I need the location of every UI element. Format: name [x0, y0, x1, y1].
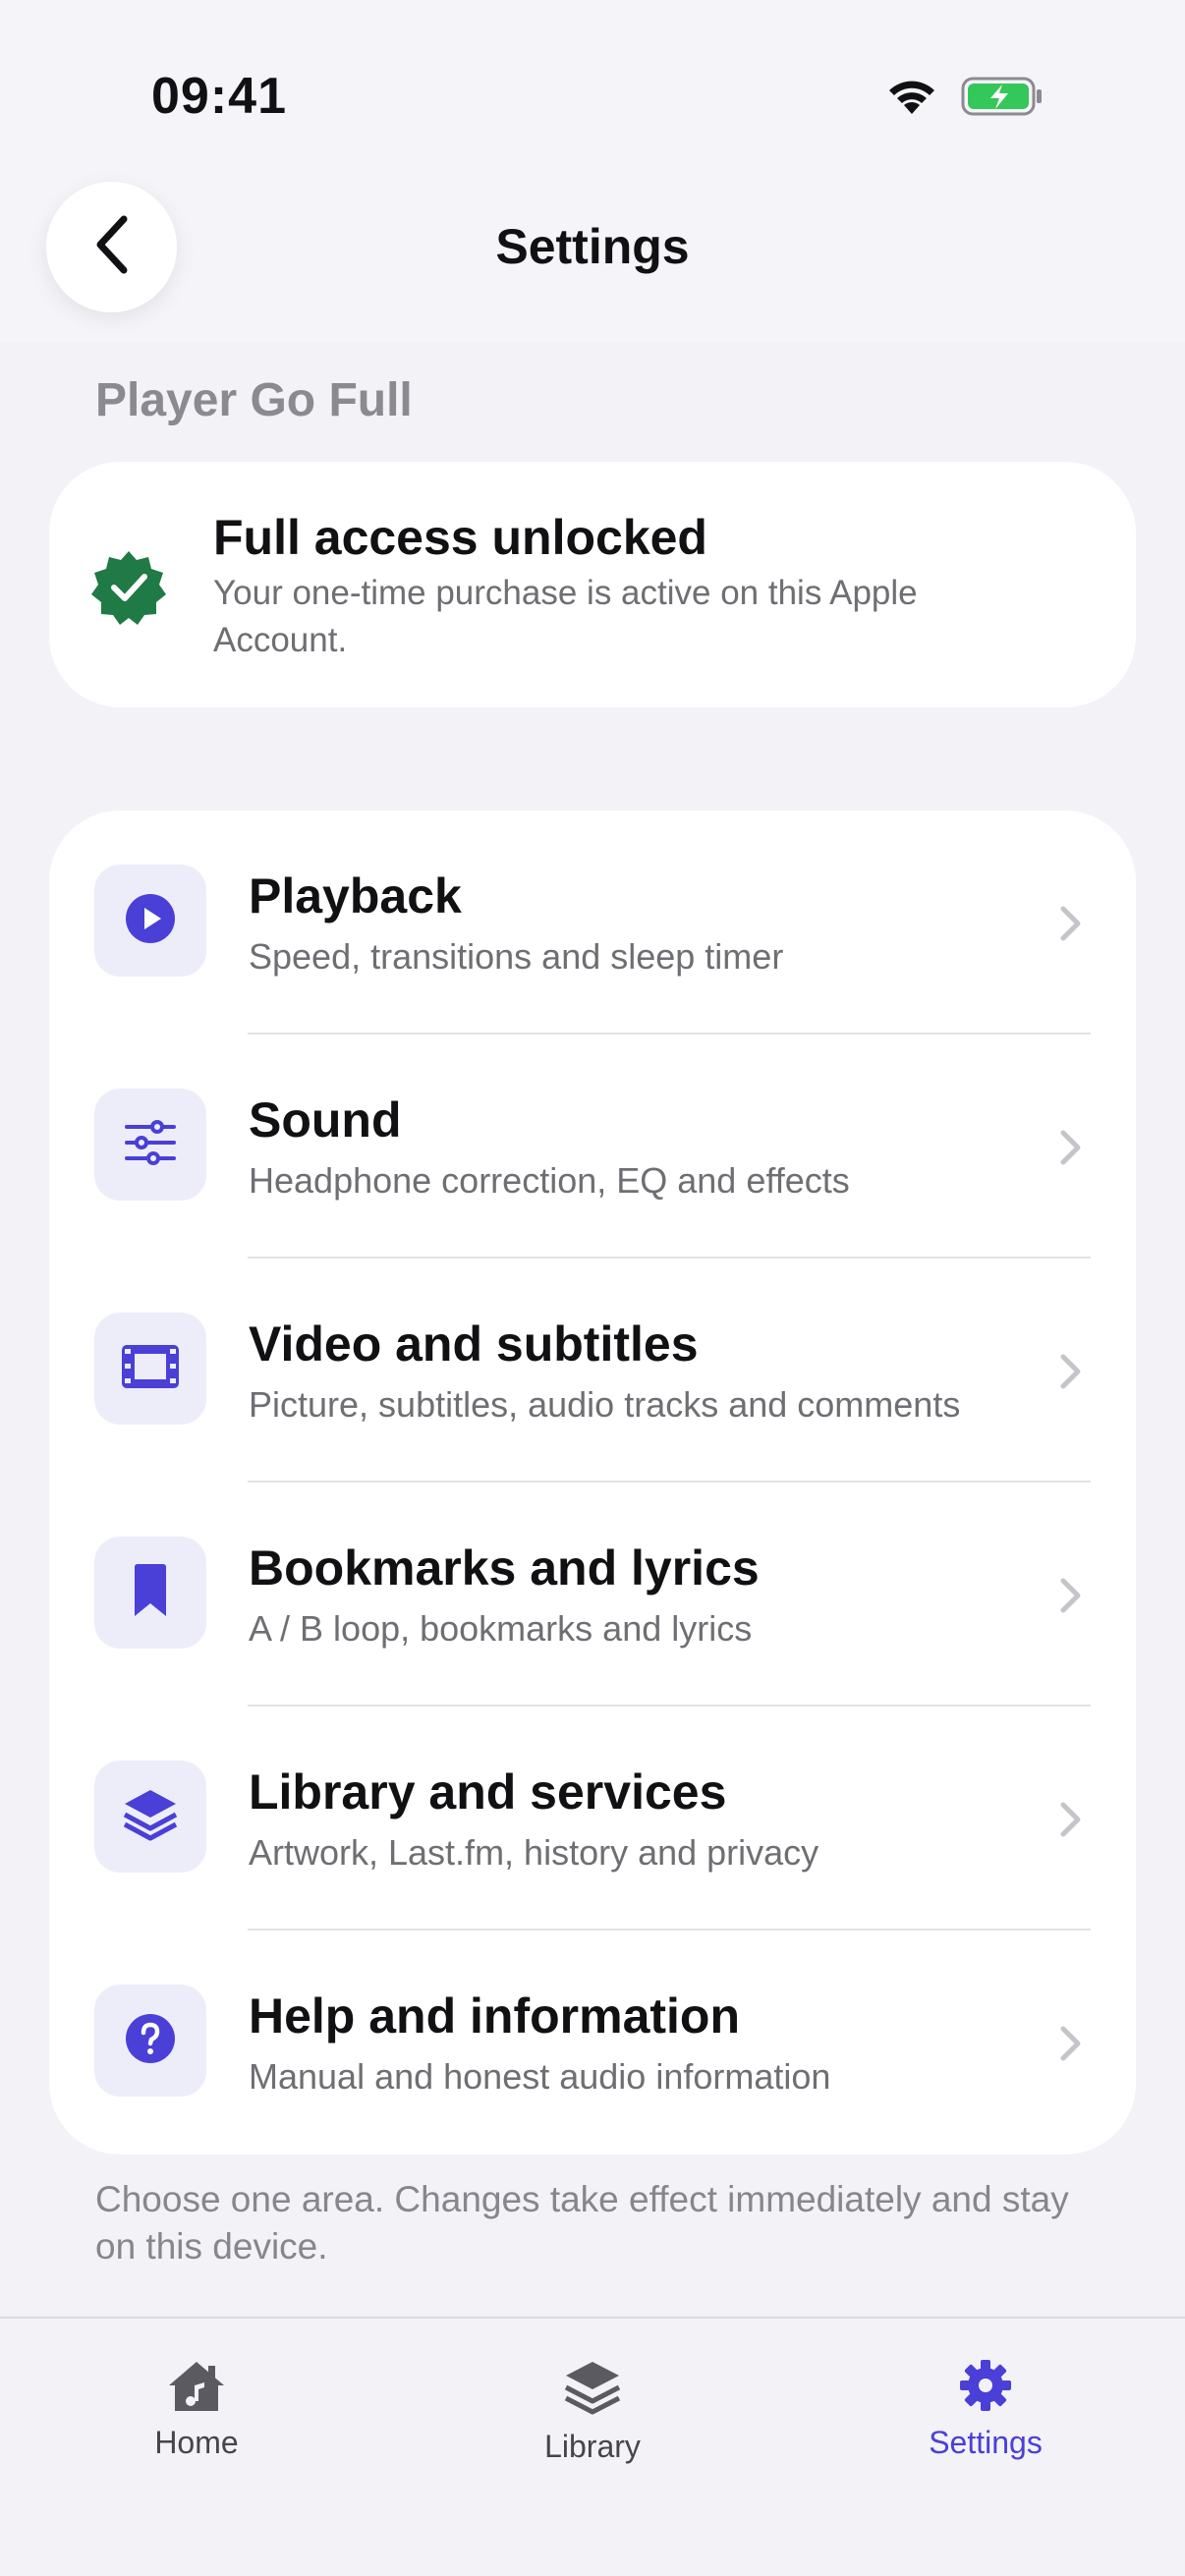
menu-icon-tile [94, 1089, 206, 1201]
chevron-right-icon [1059, 1577, 1083, 1619]
chevron-right-icon [1059, 2025, 1083, 2067]
menu-item-subtitle: Speed, transitions and sleep timer [249, 936, 784, 977]
layers-icon [563, 2358, 622, 2422]
tab-label: Library [544, 2429, 641, 2464]
tab-bar: Home Library Settings [0, 2317, 1185, 2576]
tab-settings[interactable]: Settings [838, 2319, 1133, 2515]
menu-item-sound[interactable]: Sound Headphone correction, EQ and effec… [49, 1035, 1136, 1259]
film-icon [121, 1344, 180, 1394]
wifi-icon [884, 75, 939, 121]
menu-item-title: Library and services [249, 1764, 727, 1820]
chevron-right-icon [1059, 1801, 1083, 1843]
section-header: Player Go Full [95, 374, 413, 426]
menu-item-playback[interactable]: Playback Speed, transitions and sleep ti… [49, 811, 1136, 1035]
bookmark-icon [131, 1563, 170, 1623]
tab-label: Settings [929, 2425, 1043, 2460]
settings-menu: Playback Speed, transitions and sleep ti… [49, 811, 1136, 2155]
sliders-icon [124, 1119, 177, 1171]
menu-item-subtitle: Artwork, Last.fm, history and privacy [249, 1832, 819, 1873]
tab-home[interactable]: Home [49, 2319, 344, 2515]
menu-icon-tile [94, 865, 206, 977]
status-time: 09:41 [151, 68, 287, 125]
menu-icon-tile [94, 1313, 206, 1425]
menu-item-title: Sound [249, 1092, 402, 1148]
status-bar: 09:41 [0, 0, 1185, 177]
chevron-right-icon [1059, 1129, 1083, 1171]
menu-item-help-information[interactable]: Help and information Manual and honest a… [49, 1931, 1136, 2155]
menu-item-subtitle: A / B loop, bookmarks and lyrics [249, 1608, 753, 1649]
tab-label: Home [154, 2425, 239, 2460]
menu-item-title: Bookmarks and lyrics [249, 1540, 760, 1596]
menu-icon-tile [94, 1985, 206, 2097]
purchase-status-card: Full access unlocked Your one-time purch… [49, 462, 1136, 707]
menu-item-title: Video and subtitles [249, 1316, 699, 1372]
verified-badge-icon [90, 548, 167, 630]
battery-charging-icon [961, 77, 1044, 121]
question-icon [125, 2013, 176, 2069]
menu-item-subtitle: Manual and honest audio information [249, 2056, 831, 2097]
menu-item-subtitle: Headphone correction, EQ and effects [249, 1160, 850, 1201]
menu-item-bookmarks-lyrics[interactable]: Bookmarks and lyrics A / B loop, bookmar… [49, 1483, 1136, 1707]
menu-icon-tile [94, 1537, 206, 1649]
purchase-description: Your one-time purchase is active on this… [213, 574, 918, 659]
gear-icon [958, 2358, 1013, 2418]
purchase-title: Full access unlocked [213, 510, 707, 565]
menu-item-title: Playback [249, 868, 462, 924]
page-title: Settings [495, 219, 690, 274]
play-icon [125, 893, 176, 949]
menu-item-title: Help and information [249, 1988, 740, 2044]
menu-item-subtitle: Picture, subtitles, audio tracks and com… [249, 1384, 961, 1425]
layers-icon [122, 1787, 179, 1847]
footer-note: Choose one area. Changes take effect imm… [95, 2179, 1069, 2267]
chevron-right-icon [1059, 905, 1083, 947]
menu-icon-tile [94, 1761, 206, 1873]
menu-item-library-services[interactable]: Library and services Artwork, Last.fm, h… [49, 1707, 1136, 1931]
menu-item-video-subtitles[interactable]: Video and subtitles Picture, subtitles, … [49, 1259, 1136, 1483]
chevron-right-icon [1059, 1353, 1083, 1395]
tab-library[interactable]: Library [445, 2319, 740, 2515]
home-music-icon [165, 2358, 228, 2418]
